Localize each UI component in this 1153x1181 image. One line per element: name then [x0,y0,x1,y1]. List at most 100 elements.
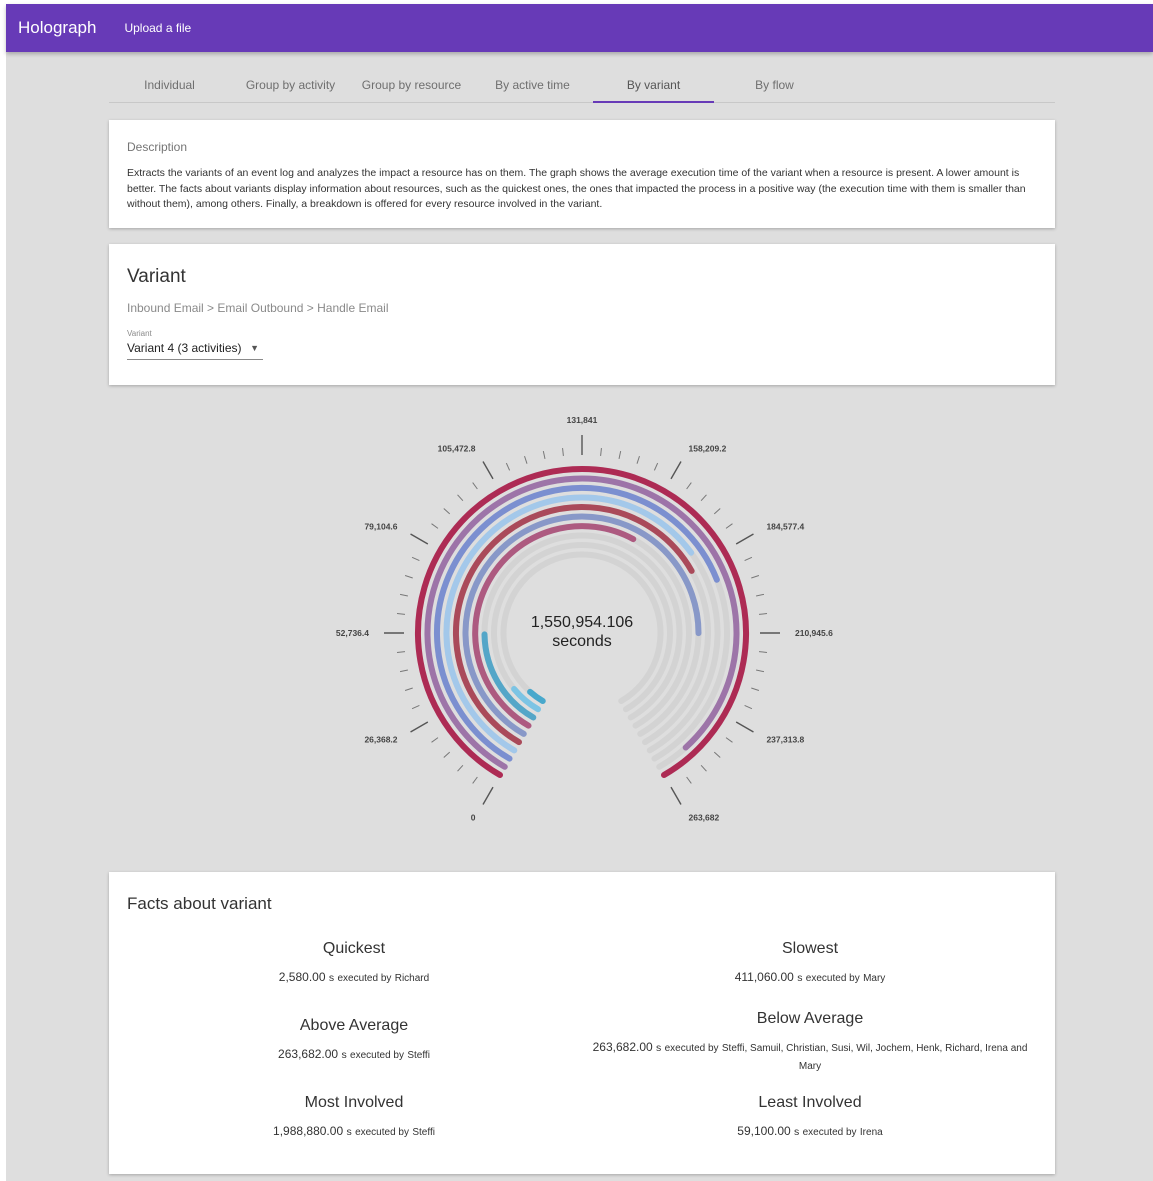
gauge-major-tick [482,786,494,805]
gauge-minor-tick [404,575,413,579]
gauge-major-tick [735,721,754,733]
gauge-minor-tick [542,450,546,459]
fact-above-average-title: Above Average [299,1017,409,1034]
fact-slowest-title: Slowest [781,940,839,957]
tab-by-flow[interactable]: By flow [714,68,835,102]
description-card: Description Extracts the variants of an … [109,120,1055,228]
fact-below-average-value: 263,682.00 [592,1040,653,1054]
fact-above-average-detail: 263,682.00 s executed by Steffi [229,1046,479,1064]
tab-by-variant[interactable]: By variant [593,68,714,103]
gauge-minor-tick [758,651,768,653]
gauge-tick-label: 26,368.2 [364,735,397,745]
fact-most-involved-value: 1,988,880.00 [273,1124,344,1138]
fact-most-involved-detail: 1,988,880.00 s executed by Steffi [229,1123,479,1141]
description-text: Extracts the variants of an event log an… [127,167,1026,210]
gauge-minor-tick [700,764,707,772]
fact-below-average: Below Average 263,682.00 s executed by S… [581,1010,1039,1075]
fact-most-involved: Most Involved 1,988,880.00 s executed by… [229,1094,479,1141]
gauge-minor-tick [713,508,721,515]
variant-card: Variant Inbound Email > Email Outbound >… [109,244,1055,385]
gauge-minor-tick [404,687,413,691]
fact-quickest-who: Richard [394,973,430,984]
upload-file-button[interactable]: Upload a file [124,21,191,35]
tab-group-by-activity[interactable]: Group by activity [230,68,351,102]
unit-label: s [346,1126,352,1138]
gauge-minor-tick [431,523,439,529]
gauge-minor-tick [562,447,564,457]
fact-above-average-who: Steffi [407,1050,430,1061]
gauge-minor-tick [653,462,659,471]
variant-title: Variant [127,266,186,287]
gauge-major-tick [410,533,429,545]
description-title: Description [127,140,188,154]
gauge-tick-label: 263,682 [689,812,720,822]
gauge-major-tick [410,721,429,733]
gauge-value-arc [527,688,546,704]
gauge-minor-tick [524,455,528,464]
gauge-tick-label: 184,577.4 [766,522,804,532]
gauge-minor-tick [411,556,420,562]
executed-by-label: executed by [664,1043,719,1054]
tab-by-active-time[interactable]: By active time [472,68,593,102]
gauge-minor-tick [396,651,406,653]
facts-card: Facts about variant Quickest 2,580.00 s … [109,872,1055,1174]
gauge-minor-tick [756,593,765,597]
fact-slowest-who: Mary [863,973,886,984]
gauge-center-value: 1,550,954.106 [530,614,634,631]
view-tabs: Individual Group by activity Group by re… [109,68,1055,103]
tab-individual[interactable]: Individual [109,68,230,102]
executed-by-label: executed by [802,1127,857,1138]
fact-below-average-detail: 263,682.00 s executed by Steffi, Samuil,… [581,1039,1039,1075]
gauge-minor-tick [751,687,760,691]
gauge-minor-tick [399,669,408,673]
resource-gauge-chart: 0 26,368.2 52,736.4 79,104.6 105,472.8 131,84… [109,395,1055,855]
gauge-minor-tick [600,447,602,457]
gauge-minor-tick [505,462,511,471]
unit-label: s [341,1049,347,1061]
gauge-minor-tick [443,751,451,758]
gauge-tick-label: 105,472.8 [438,444,476,454]
fact-quickest: Quickest 2,580.00 s executed by Richard [229,940,479,987]
top-app-bar: Holograph Upload a file [6,4,1153,52]
variant-select[interactable]: Variant 4 (3 activities) ▼ [127,341,263,360]
gauge-tick-label: 52,736.4 [336,628,369,638]
gauge-minor-tick [472,776,478,784]
fact-slowest: Slowest 411,060.00 s executed by Mary [685,940,935,987]
app-title[interactable]: Holograph [18,18,96,38]
gauge-minor-tick [686,776,692,784]
executed-by-label: executed by [805,973,860,984]
fact-above-average: Above Average 263,682.00 s executed by S… [229,1017,479,1064]
gauge-minor-tick [457,764,464,772]
gauge-minor-tick [457,494,464,502]
gauge-tick-label: 210,945.6 [795,628,833,638]
gauge-tick-label: 0 [471,812,476,822]
unit-label: s [794,1126,800,1138]
unit-label: s [797,972,803,984]
variant-activity-path: Inbound Email > Email Outbound > Handle … [127,301,389,315]
facts-title: Facts about variant [127,894,272,913]
gauge-minor-tick [396,613,406,615]
fact-least-involved: Least Involved 59,100.00 s executed by I… [685,1094,935,1141]
unit-label: s [656,1042,662,1054]
unit-label: s [328,972,335,984]
fact-least-involved-detail: 59,100.00 s executed by Irena [685,1123,935,1141]
executed-by-label: executed by [337,973,392,984]
fact-quickest-value: 2,580.00 [278,970,326,984]
gauge-minor-tick [618,450,622,459]
gauge-major-tick [670,786,682,805]
fact-most-involved-title: Most Involved [304,1094,404,1111]
gauge-minor-tick [725,737,733,743]
gauge-minor-tick [744,556,753,562]
gauge-minor-tick [443,508,451,515]
gauge-minor-tick [756,669,765,673]
gauge-minor-tick [725,523,733,529]
fact-below-average-who: Steffi, Samuil, Christian, Susi, Wil, Jo… [721,1043,1028,1072]
gauge-tick-label: 131,841 [567,415,598,425]
gauge-tick-label: 237,313.8 [766,735,804,745]
gauge-minor-tick [431,737,439,743]
tab-group-by-resource[interactable]: Group by resource [351,68,472,102]
fact-below-average-title: Below Average [756,1010,864,1027]
fact-most-involved-who: Steffi [412,1127,435,1138]
executed-by-label: executed by [355,1127,409,1138]
gauge-major-tick [735,533,754,545]
